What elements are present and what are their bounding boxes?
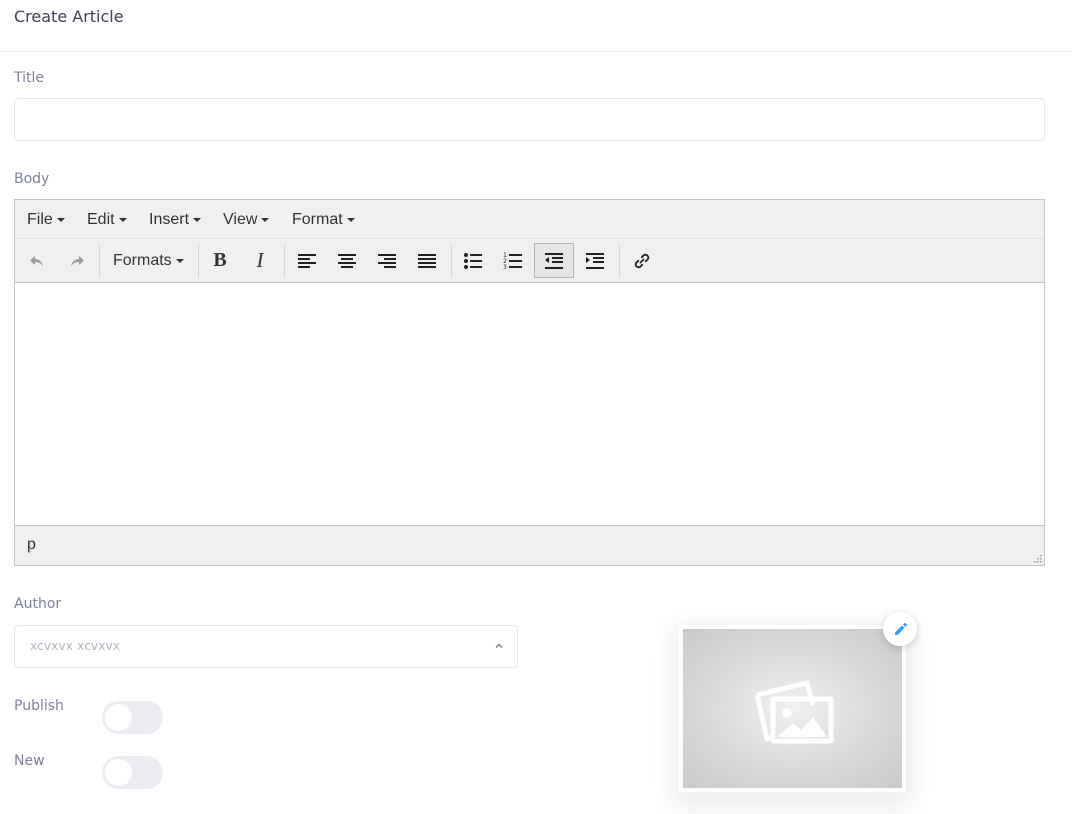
chevron-down-icon [346,217,355,222]
image-preview [683,629,902,788]
page-header: Create Article [0,0,1072,52]
new-toggle[interactable] [102,756,163,789]
align-justify-icon [418,253,436,268]
author-select[interactable]: xcvxvx xcvxvx [14,625,518,668]
chevron-down-icon [193,217,202,222]
italic-button[interactable]: I [240,243,280,278]
formats-dropdown[interactable]: Formats [113,243,184,278]
author-label: Author [14,596,62,612]
indent-button[interactable] [575,243,615,278]
numbered-list-icon: 123 [503,252,522,271]
link-button[interactable] [622,243,662,278]
undo-icon [30,255,43,266]
toolbar-divider [451,244,452,278]
page-title: Create Article [14,7,124,26]
menu-insert[interactable]: Insert [149,200,202,239]
align-left-icon [298,253,316,268]
menu-edit[interactable]: Edit [87,200,127,239]
chevron-down-icon [261,217,270,222]
numbered-list-button[interactable]: 123 [493,243,533,278]
chevron-down-icon [175,258,184,263]
image-placeholder-icon [754,680,833,743]
align-right-button[interactable] [367,243,407,278]
rich-text-editor: File Edit Insert View Format Formats B I [14,199,1045,566]
editor-statusbar: p [15,525,1044,565]
link-icon [634,253,650,268]
outdent-button[interactable] [534,243,574,278]
menu-file[interactable]: File [27,200,65,239]
menu-format-label: Format [292,211,343,228]
publish-label: Publish [14,698,64,714]
align-center-button[interactable] [327,243,367,278]
align-left-button[interactable] [287,243,327,278]
redo-button[interactable] [57,243,97,278]
menu-file-label: File [27,211,53,228]
bullet-list-button[interactable] [453,243,493,278]
image-uploader[interactable] [679,625,906,792]
indent-icon [586,252,604,269]
italic-icon: I [256,248,264,272]
editor-toolbar: Formats B I 123 [15,239,1044,283]
toolbar-divider [284,244,285,278]
chevron-up-icon [495,643,503,649]
element-path[interactable]: p [27,536,36,554]
editor-content-area[interactable] [15,283,1044,525]
editor-menubar: File Edit Insert View Format [15,200,1044,239]
formats-label: Formats [113,252,172,269]
menu-view[interactable]: View [223,200,270,239]
bold-button[interactable]: B [200,243,240,278]
resize-handle-icon[interactable] [1032,553,1042,563]
align-right-icon [378,253,396,268]
toolbar-divider [619,244,620,278]
new-label: New [14,753,45,769]
pencil-icon [894,622,907,635]
body-label: Body [14,171,50,187]
title-label: Title [14,70,45,86]
menu-view-label: View [223,211,258,228]
align-center-icon [338,253,356,268]
menu-format[interactable]: Format [292,200,355,239]
menu-insert-label: Insert [149,211,190,228]
bullet-list-icon [464,252,482,269]
toolbar-divider [99,244,100,278]
align-justify-button[interactable] [407,243,447,278]
title-input[interactable] [14,98,1045,141]
toggle-knob [105,759,132,786]
svg-text:3: 3 [503,264,507,271]
redo-icon [71,255,84,266]
publish-toggle[interactable] [102,701,163,734]
toggle-knob [105,704,132,731]
chevron-down-icon [56,217,65,222]
menu-edit-label: Edit [87,211,115,228]
edit-image-button[interactable] [883,612,917,646]
bold-icon: B [213,249,227,271]
chevron-down-icon [118,217,127,222]
author-selected-value: xcvxvx xcvxvx [30,639,121,653]
undo-button[interactable] [17,243,57,278]
outdent-icon [545,252,563,269]
toolbar-divider [198,244,199,278]
